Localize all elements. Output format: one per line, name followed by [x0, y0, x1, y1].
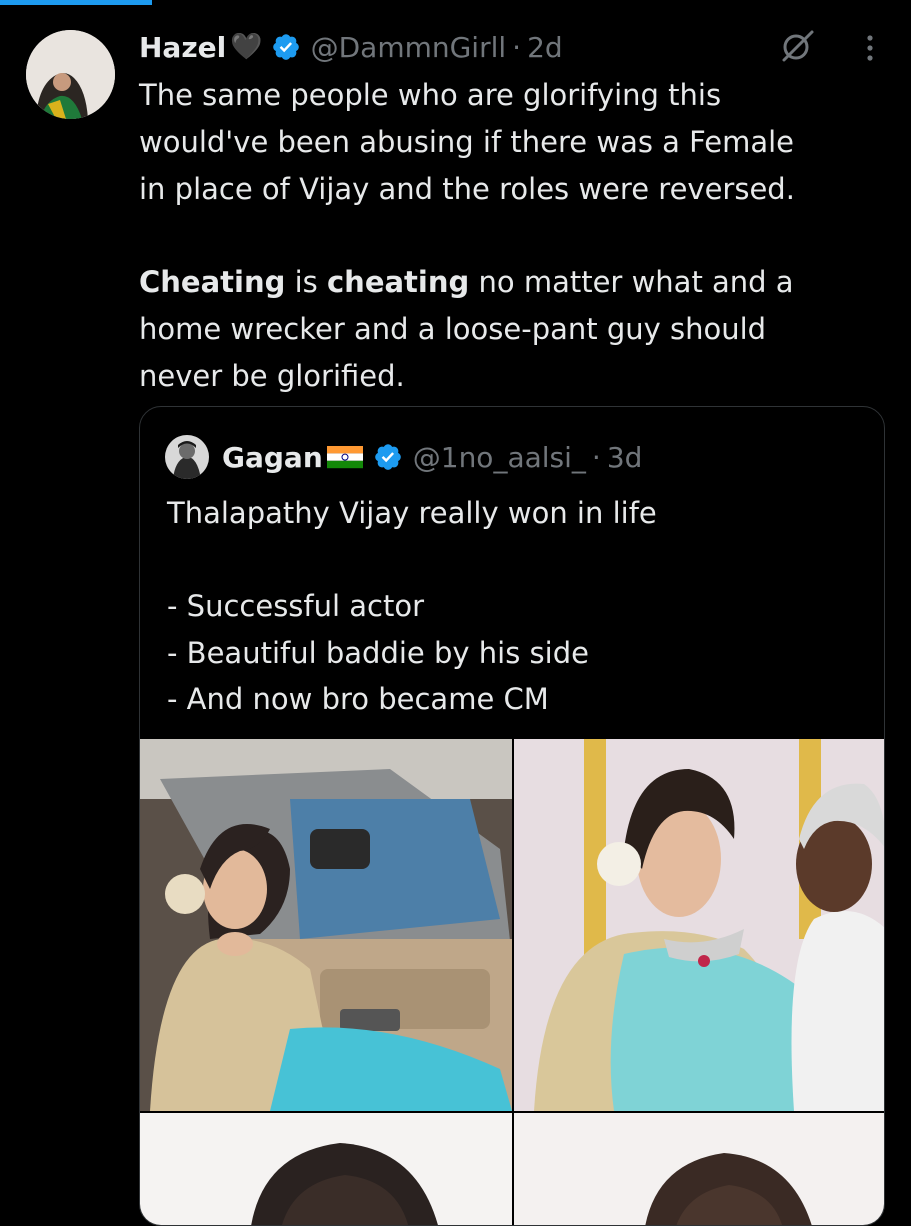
verified-badge-icon	[271, 32, 301, 62]
separator-dot: ·	[591, 440, 601, 474]
quoted-author-name: Gagan	[222, 440, 323, 474]
author-avatar[interactable]	[26, 30, 115, 119]
separator-dot: ·	[512, 30, 522, 64]
grok-icon[interactable]	[778, 26, 818, 66]
author-name[interactable]: Hazel	[139, 31, 226, 64]
quoted-text-line: - Successful actor	[167, 589, 425, 623]
india-flag-icon	[325, 444, 365, 470]
quoted-post-text: Thalapathy Vijay really won in life - Su…	[167, 490, 867, 723]
bold-word: Cheating	[139, 265, 286, 300]
quoted-author-avatar	[165, 435, 209, 479]
quoted-author-handle: @1no_aalsi_	[412, 440, 586, 474]
media-photo[interactable]	[140, 739, 512, 1111]
post-text-line: would've been abusing if there was a Fem…	[139, 124, 795, 159]
post-text-line: The same people who are glorifying this	[139, 78, 722, 112]
post-text-line: Cheating is cheating no matter what and …	[139, 259, 879, 306]
text-fragment: is	[285, 265, 327, 300]
bold-word: cheating	[326, 265, 470, 300]
quoted-text-line: Thalapathy Vijay really won in life	[167, 496, 657, 530]
verified-badge-icon	[373, 442, 403, 472]
media-photo[interactable]	[514, 1113, 884, 1225]
more-vertical-icon[interactable]	[860, 30, 880, 66]
post-text-line: never be glorified.	[139, 358, 405, 393]
post-header: Hazel 🖤 @DammnGirll · 2d	[139, 28, 563, 66]
quoted-post-card[interactable]: Gagan @1no_aalsi_ · 3d Thalapathy Vijay …	[139, 406, 885, 1226]
name-emoji: 🖤	[230, 32, 263, 62]
text-fragment: no matter what and a	[469, 265, 794, 300]
quoted-post-header: Gagan @1no_aalsi_ · 3d	[222, 437, 642, 477]
media-photo[interactable]	[140, 1113, 512, 1225]
media-grid	[140, 739, 884, 1225]
quoted-post-time: 3d	[606, 440, 643, 474]
post-text-line: in place of Vijay and the roles were rev…	[139, 171, 795, 206]
tab-indicator	[0, 0, 152, 5]
post-text-line: home wrecker and a loose-pant guy should	[139, 311, 767, 346]
author-handle[interactable]: @DammnGirll	[311, 31, 507, 64]
post-text: The same people who are glorifying this …	[139, 72, 879, 400]
quoted-text-line: - Beautiful baddie by his side	[167, 635, 589, 670]
media-photo[interactable]	[514, 739, 884, 1111]
quoted-text-line: - And now bro became CM	[167, 682, 549, 716]
post-time[interactable]: 2d	[527, 31, 563, 64]
